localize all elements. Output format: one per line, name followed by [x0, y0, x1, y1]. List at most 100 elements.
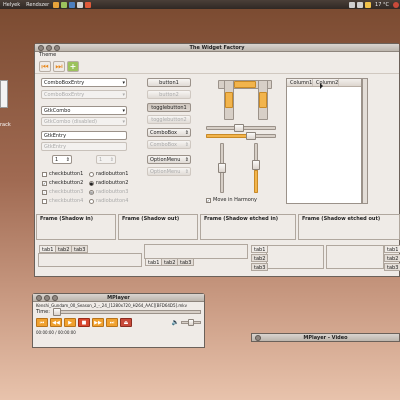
panel-menu-system[interactable]: Rendszer — [23, 2, 52, 8]
menubar: Theme — [35, 52, 399, 59]
launcher-icon-1[interactable] — [53, 1, 60, 8]
checkbutton-1[interactable]: checkbutton1 — [42, 171, 83, 177]
gtk-combo[interactable]: GtkCombo ▾ — [41, 106, 127, 115]
spin-arrows-icon[interactable]: ⇕ — [66, 156, 70, 163]
rewind-button[interactable]: ◀◀ — [50, 318, 62, 327]
column-header-2[interactable]: Column2 — [313, 79, 339, 86]
combobox-1-label: ComboBox — [150, 130, 177, 136]
chevron-down-icon[interactable]: ⇕ — [185, 129, 189, 137]
notebook-right-tab2[interactable]: tab2 — [384, 254, 400, 262]
window-titlebar[interactable]: The Widget Factory — [35, 44, 399, 52]
tree-view[interactable]: Column1 Column2 — [286, 78, 362, 204]
combobox-entry[interactable]: ComboBoxEntry ▾ — [41, 78, 127, 87]
time-display: 00:00:00 / 00:00:00 — [36, 330, 76, 335]
checkbox-icon[interactable] — [42, 171, 47, 177]
back-button[interactable]: ⏮ — [39, 61, 51, 72]
eject-button[interactable]: ⏏ — [120, 318, 132, 327]
notebook-left-tab3[interactable]: tab3 — [251, 263, 269, 271]
launcher-icon-2[interactable] — [61, 1, 68, 8]
skip-forward-icon: ⏭ — [109, 319, 115, 326]
weather-icon[interactable] — [365, 1, 372, 8]
mplayer-titlebar[interactable]: MPlayer — [33, 294, 204, 302]
fast-forward-button[interactable]: ▶▶ — [92, 318, 104, 327]
button-1[interactable]: button1 — [147, 78, 191, 87]
launcher-icon-4[interactable] — [77, 1, 84, 8]
notebook-right-tab1[interactable]: tab1 — [384, 245, 400, 253]
menu-theme[interactable]: Theme — [39, 52, 56, 58]
hscale-2-thumb[interactable] — [246, 132, 256, 140]
spin-arrows-icon: ⇕ — [109, 157, 114, 163]
chevron-down-icon[interactable]: ⇕ — [185, 156, 189, 164]
option-menu-2: OptionMenu ⇕ — [147, 167, 191, 176]
chevron-down-icon[interactable]: ▾ — [122, 79, 125, 86]
radiobutton-4: radiobutton4 — [89, 198, 128, 204]
desktop-icon-label[interactable]: rack — [0, 122, 11, 128]
radiobutton-3: ● radiobutton3 — [89, 189, 128, 195]
notebook-top-tab2[interactable]: tab2 — [55, 245, 73, 253]
checkbox-checked-icon[interactable]: ✓ — [206, 197, 211, 203]
toggle-button-1[interactable]: togglebutton1 — [147, 103, 191, 112]
next-button[interactable]: ⏭ — [106, 318, 118, 327]
notebook-left-tab1[interactable]: tab1 — [251, 245, 269, 253]
radiobutton-1[interactable]: radiobutton1 — [89, 171, 128, 177]
seek-bar[interactable] — [52, 308, 201, 316]
notebook-right-tab3[interactable]: tab3 — [384, 263, 400, 271]
option-menu-1[interactable]: OptionMenu ⇕ — [147, 155, 191, 164]
weather-temp[interactable]: 17 °C — [372, 2, 392, 8]
vscale-2-fill — [254, 170, 258, 193]
play-button[interactable]: ▶ — [64, 318, 76, 327]
volume-slider[interactable] — [181, 319, 201, 326]
move-in-harmony[interactable]: ✓ Move in Harmony — [206, 197, 257, 203]
radio-icon[interactable] — [89, 171, 94, 177]
chevron-down-icon: ▾ — [122, 119, 125, 125]
notebook-top-tab1[interactable]: tab1 — [39, 245, 57, 253]
power-icon[interactable] — [393, 1, 399, 8]
mplayer-video-window[interactable]: MPlayer - Video — [251, 333, 400, 342]
vscale-1-thumb[interactable] — [218, 163, 226, 173]
forward-button[interactable]: ⏭ — [53, 61, 65, 72]
spin-button[interactable]: 1 ⇕ — [52, 155, 72, 164]
volume-thumb[interactable] — [188, 319, 194, 326]
combobox-1[interactable]: ComboBox ⇕ — [147, 128, 191, 137]
hscale-1-thumb[interactable] — [234, 124, 244, 132]
minimize-button[interactable] — [46, 45, 52, 51]
chevron-down-icon[interactable]: ▾ — [122, 107, 125, 114]
frame-shadow-etched-out-label: Frame (Shadow etched out) — [302, 216, 381, 222]
close-button[interactable] — [38, 45, 44, 51]
network-icon[interactable] — [349, 1, 356, 8]
launcher-icon-5[interactable] — [85, 1, 92, 8]
vscrollbar-left-thumb[interactable] — [225, 92, 233, 108]
column-header-1[interactable]: Column1 — [287, 79, 313, 86]
close-button[interactable] — [255, 335, 261, 341]
add-button[interactable]: + — [67, 61, 79, 72]
checkbutton-2[interactable]: ✓ checkbutton2 — [42, 180, 83, 186]
entry-field[interactable]: GtkEntry — [41, 131, 127, 140]
maximize-button[interactable] — [54, 45, 60, 51]
checkbox-checked-icon[interactable]: ✓ — [42, 180, 47, 186]
notebook-left-tab2[interactable]: tab2 — [251, 254, 269, 262]
notebook-bottom-tab3[interactable]: tab3 — [177, 258, 195, 266]
close-button[interactable] — [36, 295, 42, 301]
maximize-button[interactable] — [52, 295, 58, 301]
notebook-bottom-tab2[interactable]: tab2 — [161, 258, 179, 266]
spin-disabled-value: 1 — [99, 157, 103, 163]
panel-menu-places[interactable]: Helyek — [0, 2, 23, 8]
radio-selected-icon[interactable]: ● — [89, 180, 94, 186]
vscrollbar-right-thumb[interactable] — [259, 92, 267, 108]
tree-scrollbar[interactable] — [362, 78, 368, 204]
volume-icon[interactable]: 🔈 — [172, 319, 179, 326]
notebook-bottom-tab1[interactable]: tab1 — [145, 258, 163, 266]
volume-icon[interactable] — [357, 1, 364, 8]
radiobutton-2[interactable]: ● radiobutton2 — [89, 180, 128, 186]
launcher-icon-3[interactable] — [69, 1, 76, 8]
previous-button[interactable]: ⏮ — [36, 318, 48, 327]
stop-button[interactable]: ■ — [78, 318, 90, 327]
seek-thumb[interactable] — [52, 308, 61, 316]
checkbutton-2-label: checkbutton2 — [49, 180, 84, 186]
minimize-button[interactable] — [44, 295, 50, 301]
chevron-down-icon: ⇕ — [184, 142, 189, 148]
hscrollbar-top-thumb[interactable] — [234, 81, 256, 88]
desktop-file-icon[interactable] — [0, 80, 8, 108]
vscale-2-thumb[interactable] — [252, 160, 260, 170]
notebook-top-tab3[interactable]: tab3 — [71, 245, 89, 253]
